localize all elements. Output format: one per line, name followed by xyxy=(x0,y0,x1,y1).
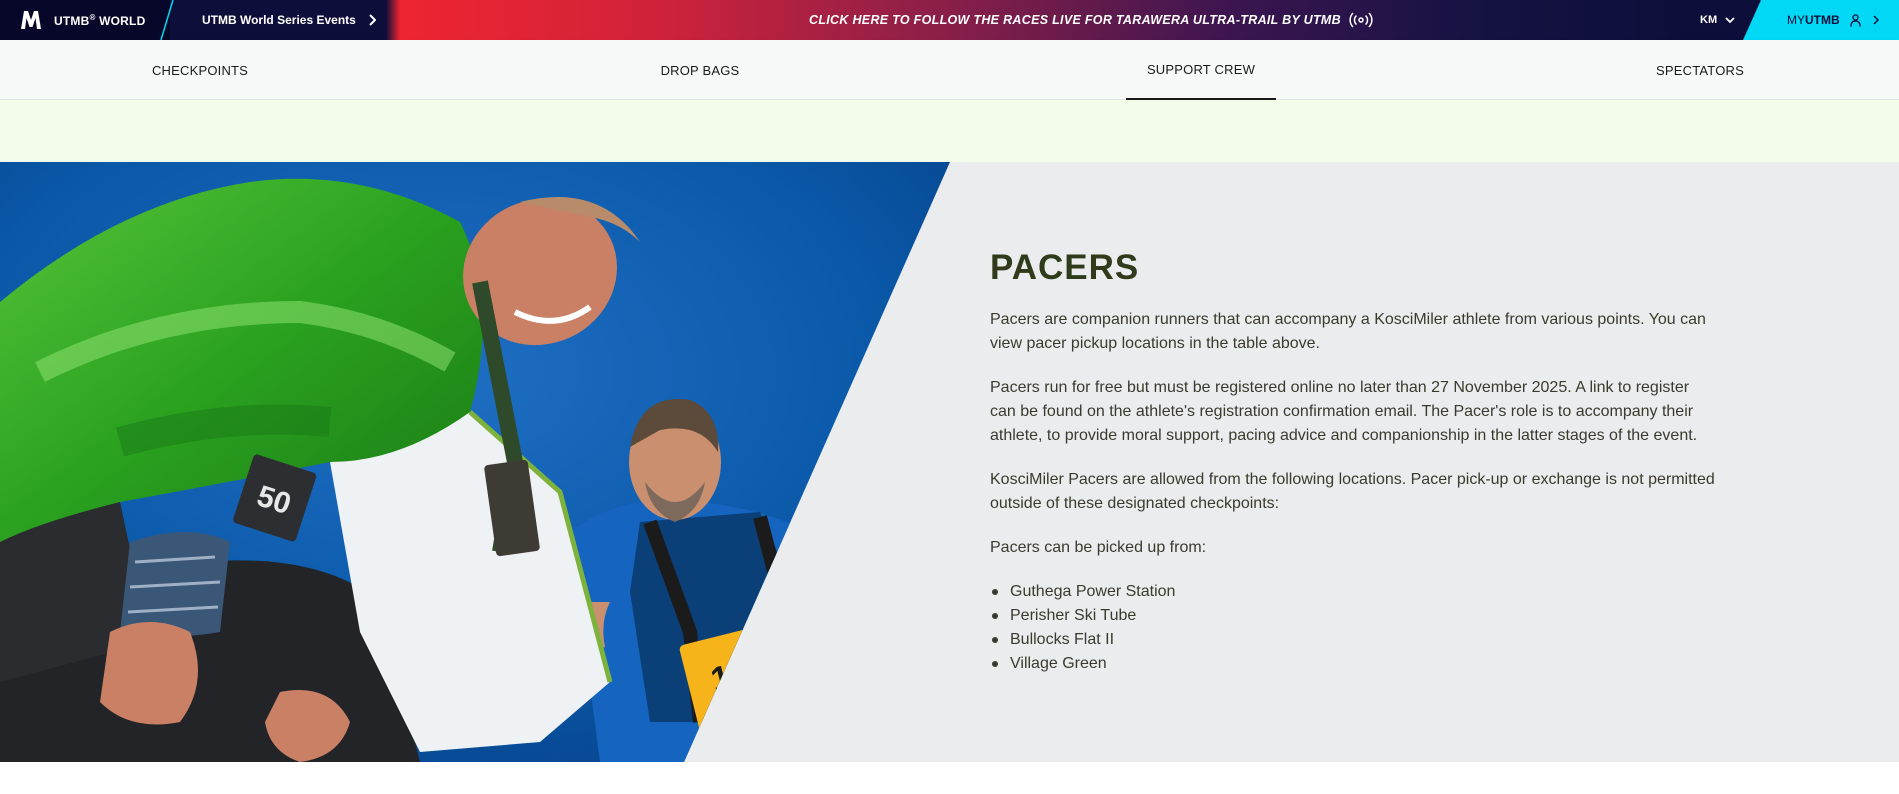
bullet-icon xyxy=(992,661,998,667)
pacers-photo: 150 PACER 50 xyxy=(0,162,950,762)
pacers-registration-paragraph: Pacers run for free but must be register… xyxy=(990,379,1698,444)
myutmb-button[interactable]: MYUTMB xyxy=(1743,0,1899,40)
list-item: Village Green xyxy=(990,652,1715,676)
brand-world-label: UTMB® WORLD xyxy=(54,12,146,28)
pacers-locations-paragraph: KosciMiler Pacers are allowed from the f… xyxy=(990,471,1715,512)
world-series-events-link[interactable]: UTMB World Series Events xyxy=(176,0,386,40)
section-spacer-band xyxy=(0,100,1899,162)
pacers-heading: PACERS xyxy=(990,248,1140,287)
tab-drop-bags[interactable]: DROP BAGS xyxy=(640,40,760,100)
distance-unit-selector[interactable]: KM xyxy=(1700,0,1735,40)
pacers-content: PACERS Pacers are companion runners that… xyxy=(990,248,1715,676)
pacer-pickup-locations-list: Guthega Power Station Perisher Ski Tube … xyxy=(990,580,1715,676)
bullet-icon xyxy=(992,613,998,619)
tab-spectators[interactable]: SPECTATORS xyxy=(1640,40,1760,100)
list-item: Perisher Ski Tube xyxy=(990,604,1715,628)
utmb-m-logo-icon xyxy=(21,11,41,29)
bullet-icon xyxy=(992,637,998,643)
tab-checkpoints[interactable]: CHECKPOINTS xyxy=(140,40,260,100)
list-item: Guthega Power Station xyxy=(990,580,1715,604)
chevron-down-icon xyxy=(1725,16,1735,23)
utmb-world-link[interactable]: UTMB® WORLD xyxy=(0,0,170,40)
pacers-intro-paragraph: Pacers are companion runners that can ac… xyxy=(990,311,1706,352)
pacers-section: 150 PACER 50 PACERS Pacers are companion… xyxy=(0,162,1899,762)
live-races-banner[interactable]: CLICK HERE TO FOLLOW THE RACES LIVE FOR … xyxy=(376,0,1676,40)
broadcast-icon xyxy=(1349,12,1373,28)
live-races-banner-text: CLICK HERE TO FOLLOW THE RACES LIVE FOR … xyxy=(809,13,1341,27)
chevron-right-icon xyxy=(1873,15,1879,25)
bullet-icon xyxy=(992,589,998,595)
pacer-bib-label: PACER xyxy=(720,690,774,719)
section-tabs: CHECKPOINTS DROP BAGS SUPPORT CREW SPECT… xyxy=(0,40,1899,100)
divider-slash xyxy=(160,0,174,40)
user-icon xyxy=(1850,13,1861,27)
list-item: Bullocks Flat II xyxy=(990,628,1715,652)
top-bar: UTMB® WORLD UTMB World Series Events CLI… xyxy=(0,0,1899,40)
world-series-events-label: UTMB World Series Events xyxy=(202,13,356,27)
tab-support-crew[interactable]: SUPPORT CREW xyxy=(1126,40,1276,100)
distance-unit-label: KM xyxy=(1700,14,1718,26)
pacers-pickup-intro: Pacers can be picked up from: xyxy=(990,539,1207,556)
myutmb-label: MYUTMB xyxy=(1787,13,1840,27)
